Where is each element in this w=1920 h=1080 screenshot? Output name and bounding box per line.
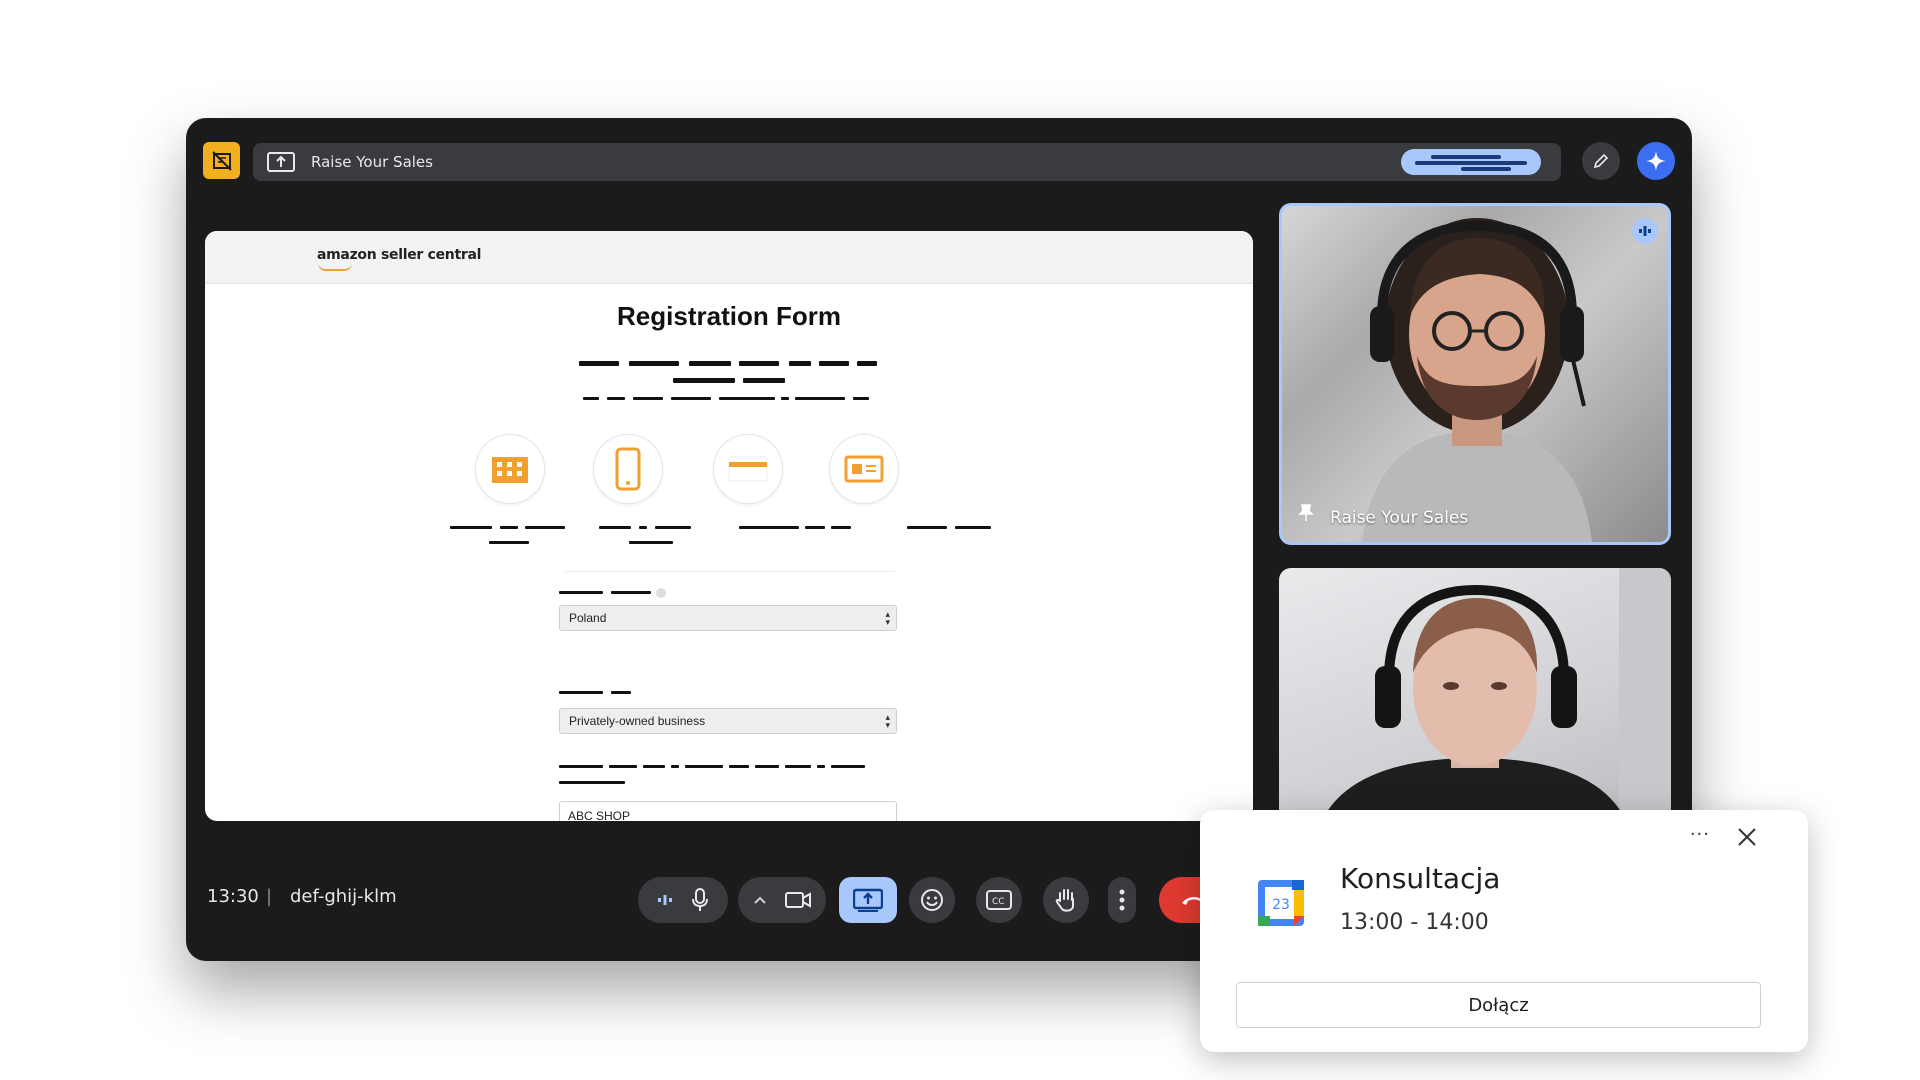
calendar-notification: ··· 23 Konsultacja 13:00 - 14:00 Dołącz [1200,810,1808,1052]
select-arrows-icon: ▴ ▾ [885,609,890,627]
reactions-button[interactable] [909,877,955,923]
svg-text:CC: CC [992,897,1005,907]
event-time: 13:00 - 14:00 [1340,910,1489,935]
business-type-select-value: Privately-owned business [569,714,706,728]
raise-hand-icon [1055,889,1074,912]
amazon-smile-logo [318,263,352,271]
country-select-value: Poland [569,611,607,625]
present-screen-icon [267,151,297,173]
phone-icon [593,434,663,504]
participant-tile[interactable] [1279,568,1671,828]
audio-level-icon [658,895,672,905]
meeting-time: 13:30 [207,886,259,907]
raise-hand-button[interactable] [1043,877,1089,923]
camera-button[interactable] [738,877,826,923]
present-button[interactable] [839,877,897,923]
microphone-icon [692,888,708,911]
sparkle-icon [1646,151,1666,171]
pin-icon [1298,504,1314,526]
info-icon [656,588,666,598]
presentation-bar: Raise Your Sales [253,143,1561,181]
business-type-select[interactable]: Privately-owned business ▴ ▾ [559,708,897,734]
calendar-day: 23 [1272,897,1290,913]
audio-level-icon [1632,218,1658,244]
google-calendar-icon: 23 [1258,880,1304,926]
slide-header: amazon seller central [205,231,1253,284]
participant-video [1319,568,1671,828]
section-divider [565,571,895,572]
more-options-button[interactable] [1108,877,1136,923]
gemini-button[interactable] [1637,142,1675,180]
building-icon [475,434,545,504]
join-button[interactable]: Dołącz [1236,982,1761,1028]
event-title: Konsultacja [1340,862,1501,895]
separator: | [266,886,273,907]
participant-video [1362,218,1592,542]
form-title: Registration Form [617,301,841,331]
more-vert-icon [1119,889,1125,911]
presentation-status-pill[interactable] [1401,149,1541,175]
id-card-icon [829,434,899,504]
camera-icon [785,892,811,908]
captions-button[interactable]: CC [976,877,1022,923]
participant-tile[interactable]: Raise Your Sales [1279,203,1671,545]
present-screen-icon [853,888,883,912]
pencil-icon [1593,153,1609,169]
meeting-code[interactable]: def-ghij-klm [290,886,397,907]
microphone-button[interactable] [638,877,728,923]
close-icon[interactable] [1736,826,1758,848]
no-camera-icon [211,150,232,171]
business-name-input[interactable]: ABC SHOP [559,801,897,821]
chevron-up-icon [754,896,766,904]
credit-card-icon [713,434,783,504]
shared-slide: amazon seller central Registration Form [205,231,1253,821]
more-horiz-icon[interactable]: ··· [1690,824,1710,845]
participant-name: Raise Your Sales [1330,508,1469,528]
country-select[interactable]: Poland ▴ ▾ [559,605,897,631]
select-arrows-icon: ▴ ▾ [885,712,890,730]
presentation-title: Raise Your Sales [311,153,433,171]
app-logo[interactable] [203,142,240,179]
emoji-icon [921,889,943,911]
seller-central-logo: amazon seller central [317,247,482,263]
captions-icon: CC [986,890,1012,910]
annotate-button[interactable] [1582,142,1620,180]
